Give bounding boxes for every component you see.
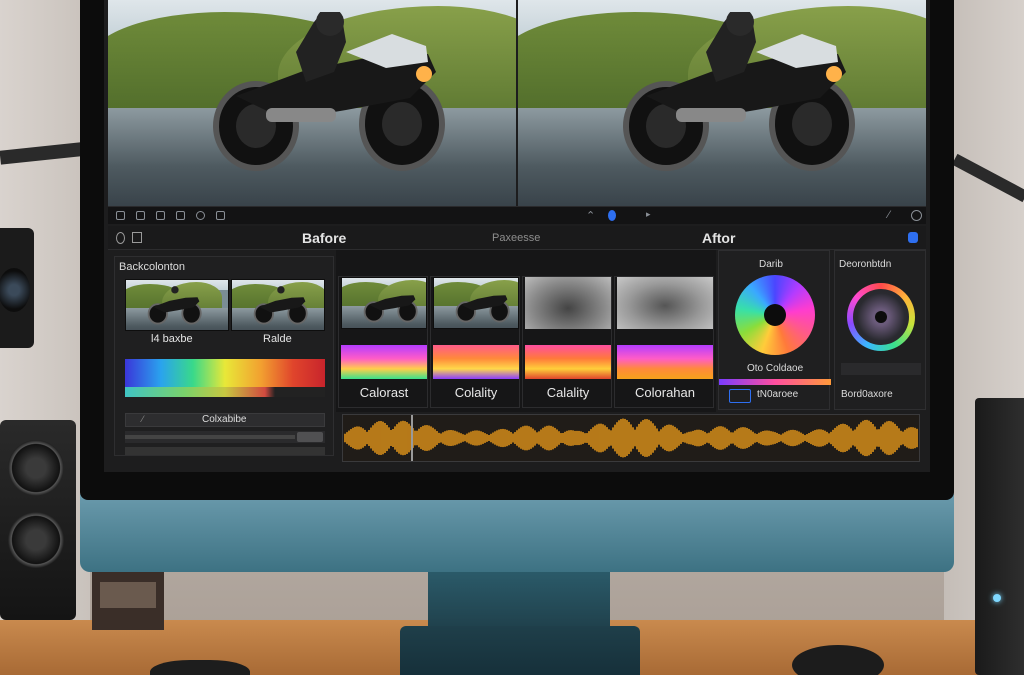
- editor-screen: ⌃ ▸ ⁄ Bafore Paxeesse Aftor Backcolonton: [104, 0, 930, 472]
- motorcycle-thumb: [147, 286, 202, 325]
- pen-icon[interactable]: ⌃: [586, 209, 595, 222]
- monitor-stand: [428, 570, 610, 632]
- color-grade-strip: Calorast Colality Calality Colorahan: [336, 250, 716, 412]
- gear-icon[interactable]: [911, 210, 922, 221]
- motorcycle-image: [213, 12, 445, 171]
- color-wheel-center[interactable]: [764, 304, 786, 326]
- slider-handle[interactable]: [297, 432, 323, 442]
- image-icon[interactable]: [216, 211, 225, 220]
- monitor-stand-base: [400, 626, 640, 675]
- playhead[interactable]: [411, 415, 413, 461]
- speaker-right: [975, 398, 1024, 675]
- grade-preset-label: Colality: [454, 385, 498, 400]
- panel-title: Deoronbtdn: [839, 259, 892, 270]
- hue-bar[interactable]: [719, 379, 831, 385]
- before-label[interactable]: Bafore: [302, 230, 346, 246]
- grade-preset-label: Calality: [546, 385, 590, 400]
- color-spectrum-bar[interactable]: [125, 359, 325, 387]
- grade-preset-card[interactable]: Calality: [522, 276, 612, 408]
- grid-icon[interactable]: [176, 211, 185, 220]
- toggle-icon[interactable]: [908, 232, 918, 243]
- adjust-slider[interactable]: [125, 431, 325, 443]
- grade-preset-thumb: [341, 277, 427, 329]
- after-label[interactable]: Aftor: [702, 230, 735, 246]
- layout-icon[interactable]: [132, 232, 142, 243]
- play-icon[interactable]: ▸: [646, 209, 651, 220]
- wheel-value-field[interactable]: [841, 363, 921, 375]
- grade-preset-label: Colorahan: [635, 385, 695, 400]
- speaker-cone: [8, 440, 64, 496]
- color-spectrum-subbar[interactable]: [125, 387, 325, 397]
- grade-preset-thumb: [525, 277, 611, 329]
- grade-preset-card[interactable]: Calorast: [338, 276, 428, 408]
- panel-title: Darib: [759, 259, 783, 270]
- wheel-mode-button[interactable]: [729, 389, 751, 403]
- adjust-slider-secondary[interactable]: [125, 447, 325, 455]
- grade-preset-thumb: [617, 277, 713, 329]
- motorcycle-thumb: [363, 295, 418, 323]
- desk-object: [150, 660, 250, 675]
- thumbnail-after[interactable]: [231, 279, 325, 331]
- thumbnail-label: l4 baxbe: [151, 333, 193, 345]
- color-wheel[interactable]: [735, 275, 815, 355]
- grade-preset-card[interactable]: Colorahan: [614, 276, 714, 408]
- audio-waveform: [344, 418, 918, 458]
- grade-gradient: [617, 345, 713, 379]
- audio-waveform-track[interactable]: [342, 414, 920, 462]
- background-panel: Backcolonton l4 baxbe Ralde ⁄ Colxabibe: [114, 256, 334, 456]
- saturation-wheel-panel: Deoronbtdn Bord0axore: [834, 250, 926, 410]
- camera-icon: [0, 228, 34, 348]
- info-icon[interactable]: [116, 232, 125, 244]
- motorcycle-thumb: [455, 295, 510, 323]
- thumbnail-before[interactable]: [125, 279, 229, 331]
- desk-box-panel: [100, 582, 156, 608]
- square-icon[interactable]: [156, 211, 165, 220]
- grade-preset-thumb: [433, 277, 519, 329]
- record-icon[interactable]: [608, 210, 616, 221]
- motorcycle-thumb: [253, 286, 308, 325]
- speaker-left: [0, 420, 76, 620]
- monitor-chin: [80, 494, 954, 572]
- colorable-label: Colxabibe: [202, 414, 247, 425]
- monitor-icon[interactable]: [116, 211, 125, 220]
- preview-before[interactable]: [108, 0, 516, 206]
- grade-gradient: [433, 345, 519, 379]
- layout-icon[interactable]: [136, 211, 145, 220]
- thumbnail-label: Ralde: [263, 333, 292, 345]
- color-wheel-panel: Darib Oto Coldaoe tN0aroee: [718, 250, 831, 410]
- saturation-wheel[interactable]: [847, 283, 915, 351]
- panel-title: Backcolonton: [119, 261, 186, 273]
- grade-gradient: [525, 345, 611, 379]
- saturation-wheel-center[interactable]: [875, 311, 887, 323]
- speaker-cone: [8, 512, 64, 568]
- saturation-wheel-inner: [853, 289, 909, 345]
- colorable-field[interactable]: ⁄ Colxabibe: [125, 413, 325, 427]
- preview-after[interactable]: [518, 0, 926, 206]
- grade-preset-label: Calorast: [359, 385, 409, 400]
- wheel-option-label[interactable]: tN0aroee: [757, 389, 798, 400]
- pen-icon[interactable]: ⁄: [888, 209, 890, 221]
- color-wheel-label: Oto Coldaoe: [747, 363, 804, 374]
- slider-track: [125, 435, 295, 439]
- motorcycle-image: [623, 12, 855, 171]
- wheel-option-label[interactable]: Bord0axore: [841, 389, 893, 400]
- compare-label[interactable]: Paxeesse: [492, 232, 540, 244]
- compare-bar: Bafore Paxeesse Aftor: [108, 226, 926, 250]
- settings-icon[interactable]: [196, 211, 205, 220]
- grade-gradient: [341, 345, 427, 379]
- edit-icon: ⁄: [142, 414, 144, 424]
- grade-preset-card[interactable]: Colality: [430, 276, 520, 408]
- camera-lens: [0, 268, 30, 312]
- power-led-icon: [993, 594, 1001, 602]
- preview-toolbar: ⌃ ▸ ⁄: [108, 206, 926, 224]
